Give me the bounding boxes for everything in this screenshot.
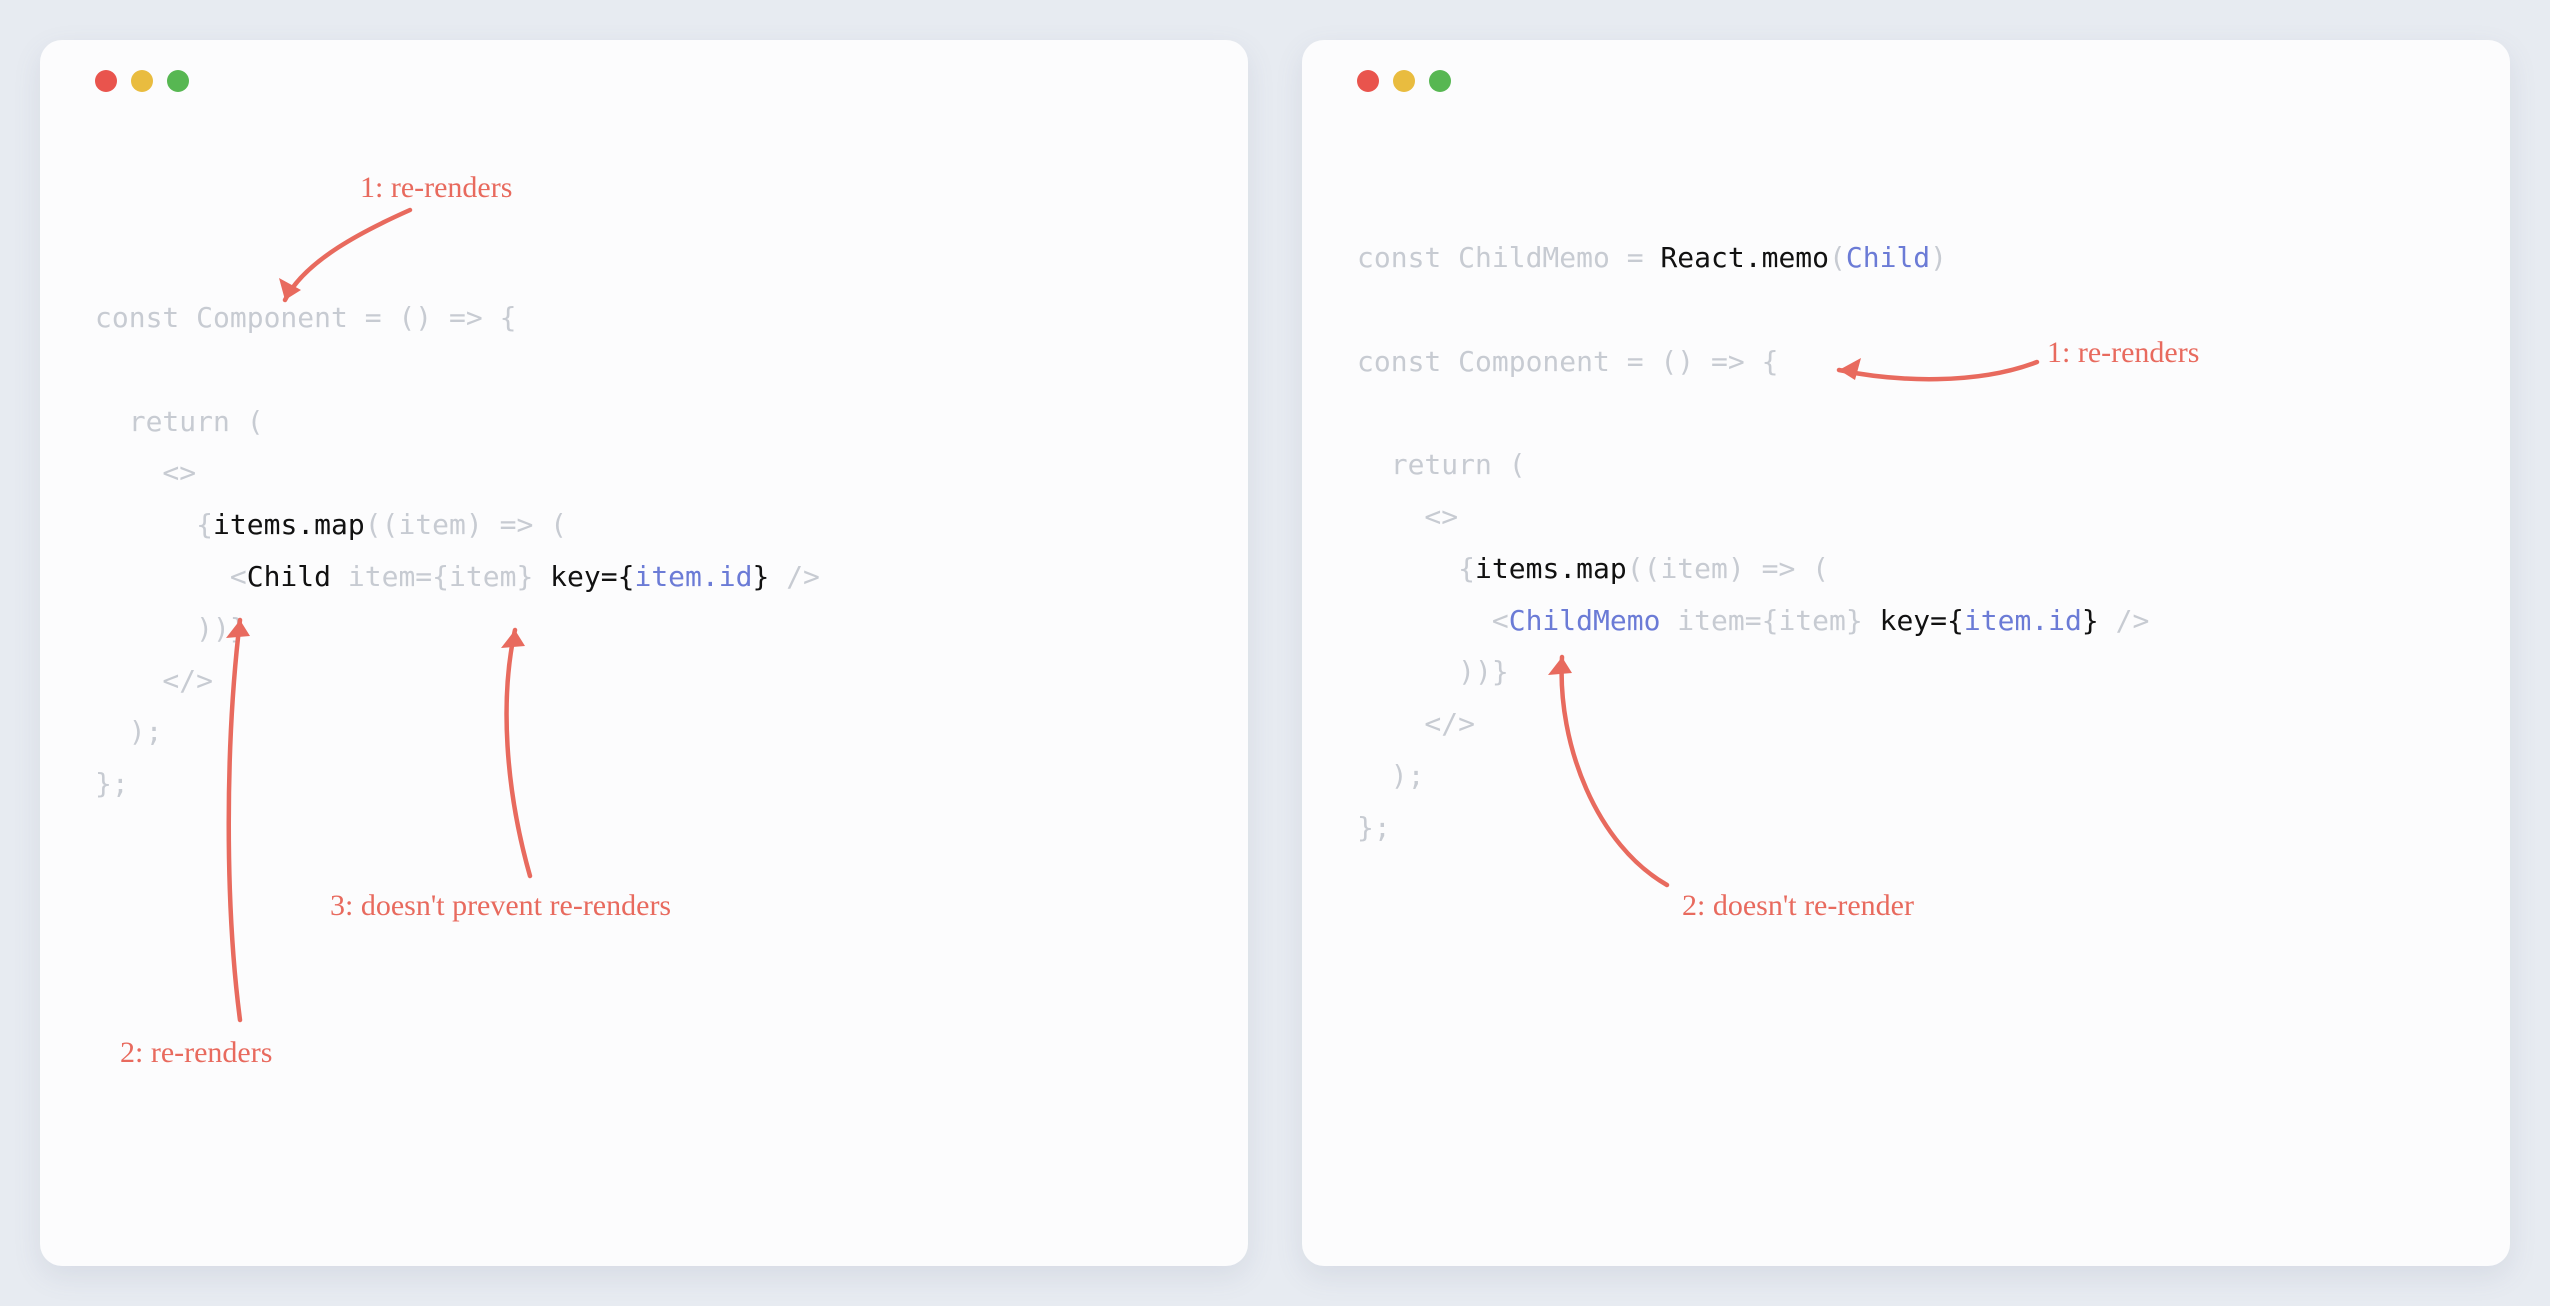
zoom-dot-icon (167, 70, 189, 92)
left-code: const Component = () => { return ( <> {i… (95, 292, 1193, 810)
left-card: const Component = () => { return ( <> {i… (40, 40, 1248, 1266)
right-code: const ChildMemo = React.memo(Child) cons… (1357, 232, 2455, 854)
annotation-2: 2: re-renders (120, 1035, 272, 1071)
traffic-lights (1357, 70, 2455, 92)
close-dot-icon (95, 70, 117, 92)
traffic-lights (95, 70, 1193, 92)
zoom-dot-icon (1429, 70, 1451, 92)
annotation-r2: 2: doesn't re-render (1682, 888, 1914, 924)
minimize-dot-icon (131, 70, 153, 92)
right-card: const ChildMemo = React.memo(Child) cons… (1302, 40, 2510, 1266)
close-dot-icon (1357, 70, 1379, 92)
annotation-3: 3: doesn't prevent re-renders (330, 888, 671, 924)
minimize-dot-icon (1393, 70, 1415, 92)
